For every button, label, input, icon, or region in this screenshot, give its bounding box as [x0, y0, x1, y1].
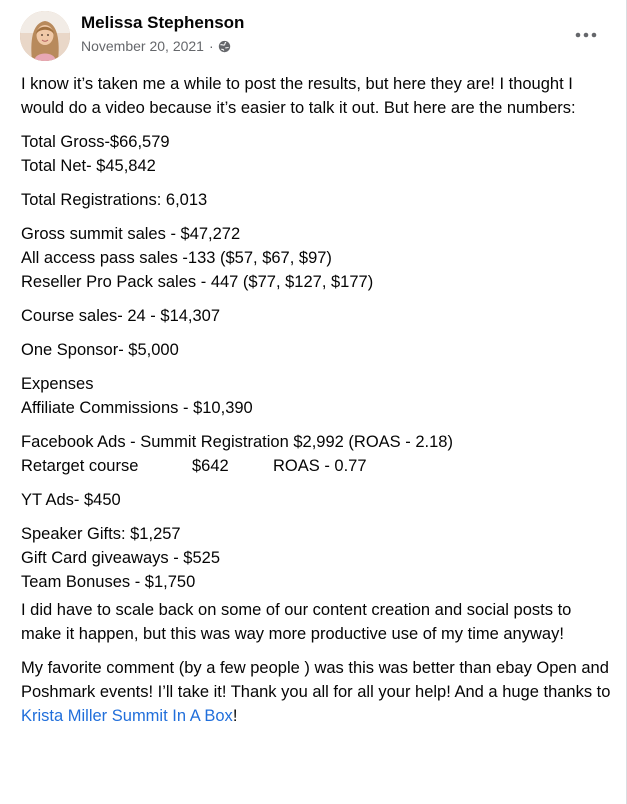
sponsor-block: One Sponsor- $5,000: [21, 338, 611, 362]
post-body: I know it’s taken me a while to post the…: [21, 72, 611, 738]
sales-block: Gross summit sales - $47,272 All access …: [21, 222, 611, 294]
retarget-course: Retarget course $642 ROAS - 0.77: [21, 454, 611, 478]
avatar[interactable]: [20, 11, 70, 61]
gifts-block: Speaker Gifts: $1,257 Gift Card giveaway…: [21, 522, 611, 594]
sponsor: One Sponsor- $5,000: [21, 341, 179, 359]
total-net: Total Net- $45,842: [21, 157, 156, 175]
avatar-image: [20, 11, 70, 61]
author-name[interactable]: Melissa Stephenson: [81, 13, 244, 33]
meta-separator: ·: [208, 38, 214, 54]
retarget-roas: ROAS - 0.77: [273, 457, 367, 475]
mention-link[interactable]: Krista Miller Summit In A Box: [21, 707, 233, 725]
gift-card-giveaways: Gift Card giveaways - $525: [21, 549, 221, 567]
yt-block: YT Ads- $450: [21, 488, 611, 512]
yt-ads: YT Ads- $450: [21, 491, 121, 509]
globe-icon[interactable]: [218, 40, 231, 53]
total-gross: Total Gross-$66,579: [21, 133, 170, 151]
post-intro: I know it’s taken me a while to post the…: [21, 75, 576, 117]
more-horizontal-icon: [575, 32, 597, 38]
favorite-suffix: !: [232, 707, 238, 725]
expenses-heading: Expenses: [21, 375, 94, 393]
more-options-button[interactable]: [574, 23, 598, 47]
gross-summit-sales: Gross summit sales - $47,272: [21, 225, 241, 243]
course-block: Course sales- 24 - $14,307: [21, 304, 611, 328]
reseller-sales: Reseller Pro Pack sales - 447 ($77, $127…: [21, 273, 374, 291]
registrations-block: Total Registrations: 6,013: [21, 188, 611, 212]
course-sales: Course sales- 24 - $14,307: [21, 307, 221, 325]
totals-block: Total Gross-$66,579 Total Net- $45,842: [21, 130, 611, 178]
speaker-gifts: Speaker Gifts: $1,257: [21, 525, 181, 543]
post-meta: November 20, 2021 ·: [81, 38, 231, 54]
all-access-sales: All access pass sales -133 ($57, $67, $9…: [21, 249, 332, 267]
total-registrations: Total Registrations: 6,013: [21, 191, 208, 209]
affiliate-commissions: Affiliate Commissions - $10,390: [21, 399, 253, 417]
post-date[interactable]: November 20, 2021: [81, 38, 204, 54]
retarget-amount: $642: [192, 457, 229, 475]
expenses-block: Expenses Affiliate Commissions - $10,390: [21, 372, 611, 420]
favorite-paragraph: My favorite comment (by a few people ) w…: [21, 656, 611, 728]
scale-back-paragraph: I did have to scale back on some of our …: [21, 601, 572, 643]
retarget-label: Retarget course: [21, 457, 139, 475]
team-bonuses: Team Bonuses - $1,750: [21, 573, 196, 591]
post-header: Melissa Stephenson November 20, 2021 ·: [20, 11, 610, 61]
facebook-ads: Facebook Ads - Summit Registration $2,99…: [21, 433, 453, 451]
favorite-text: My favorite comment (by a few people ) w…: [21, 659, 611, 701]
ads-block: Facebook Ads - Summit Registration $2,99…: [21, 430, 611, 478]
facebook-post: Melissa Stephenson November 20, 2021 · I…: [0, 0, 627, 804]
